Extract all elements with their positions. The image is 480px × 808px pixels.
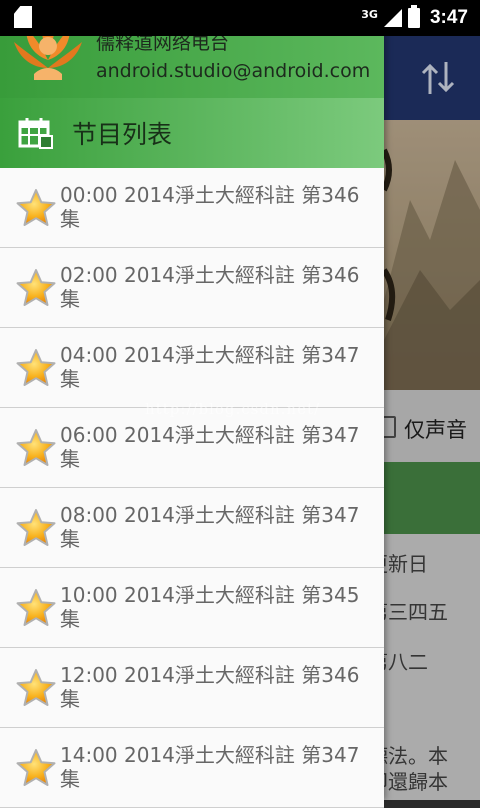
program-list-item[interactable]: 10:00 2014淨土大經科註 第345集 bbox=[0, 568, 384, 648]
program-list-item-label: 02:00 2014淨土大經科註 第346集 bbox=[60, 263, 360, 311]
star-icon bbox=[16, 189, 56, 226]
star-icon bbox=[16, 429, 56, 466]
calendar-icon bbox=[18, 118, 53, 149]
star-icon bbox=[16, 749, 56, 786]
sd-card-icon bbox=[14, 6, 36, 28]
program-list-item-label: 12:00 2014淨土大經科註 第346集 bbox=[60, 663, 360, 711]
drawer-scrim[interactable] bbox=[384, 36, 480, 800]
program-list-item-label: 10:00 2014淨土大經科註 第345集 bbox=[60, 583, 360, 631]
program-list-item[interactable]: 02:00 2014淨土大經科註 第346集 bbox=[0, 248, 384, 328]
signal-icon bbox=[383, 9, 402, 27]
program-list: 00:00 2014淨土大經科註 第346集 02:00 2014淨土大經科註 … bbox=[0, 168, 384, 808]
program-list-item-label: 04:00 2014淨土大經科註 第347集 bbox=[60, 343, 360, 391]
star-icon bbox=[16, 589, 56, 626]
network-type: 3G bbox=[361, 7, 378, 21]
battery-icon bbox=[407, 5, 420, 28]
program-list-item[interactable]: 14:00 2014淨土大經科註 第347集 bbox=[0, 728, 384, 808]
clock: 3:47 bbox=[429, 7, 468, 28]
star-icon bbox=[16, 269, 56, 306]
program-list-item[interactable]: 12:00 2014淨土大經科註 第346集 bbox=[0, 648, 384, 728]
program-list-item[interactable]: 04:00 2014淨土大經科註 第347集 bbox=[0, 328, 384, 408]
watermark: http://blog.csdn.net/ bbox=[145, 400, 321, 418]
program-list-item-label: 08:00 2014淨土大經科註 第347集 bbox=[60, 503, 360, 551]
program-list-item[interactable]: 06:00 2014淨土大經科註 第347集 bbox=[0, 408, 384, 488]
star-icon bbox=[16, 669, 56, 706]
drawer-title: 节目列表 bbox=[72, 120, 173, 149]
program-list-item-label: 00:00 2014淨土大經科註 第346集 bbox=[60, 183, 360, 231]
status-bar: 3G 3:47 bbox=[0, 0, 480, 36]
account-email: android.studio@android.com bbox=[96, 60, 371, 82]
star-icon bbox=[16, 509, 56, 546]
program-list-item[interactable]: 00:00 2014淨土大經科註 第346集 bbox=[0, 168, 384, 248]
program-list-item-label: 06:00 2014淨土大經科註 第347集 bbox=[60, 423, 360, 471]
program-list-item-label: 14:00 2014淨土大經科註 第347集 bbox=[60, 743, 360, 791]
star-icon bbox=[16, 349, 56, 386]
program-list-item[interactable]: 08:00 2014淨土大經科註 第347集 bbox=[0, 488, 384, 568]
drawer-section-header: 节目列表 bbox=[0, 98, 384, 168]
